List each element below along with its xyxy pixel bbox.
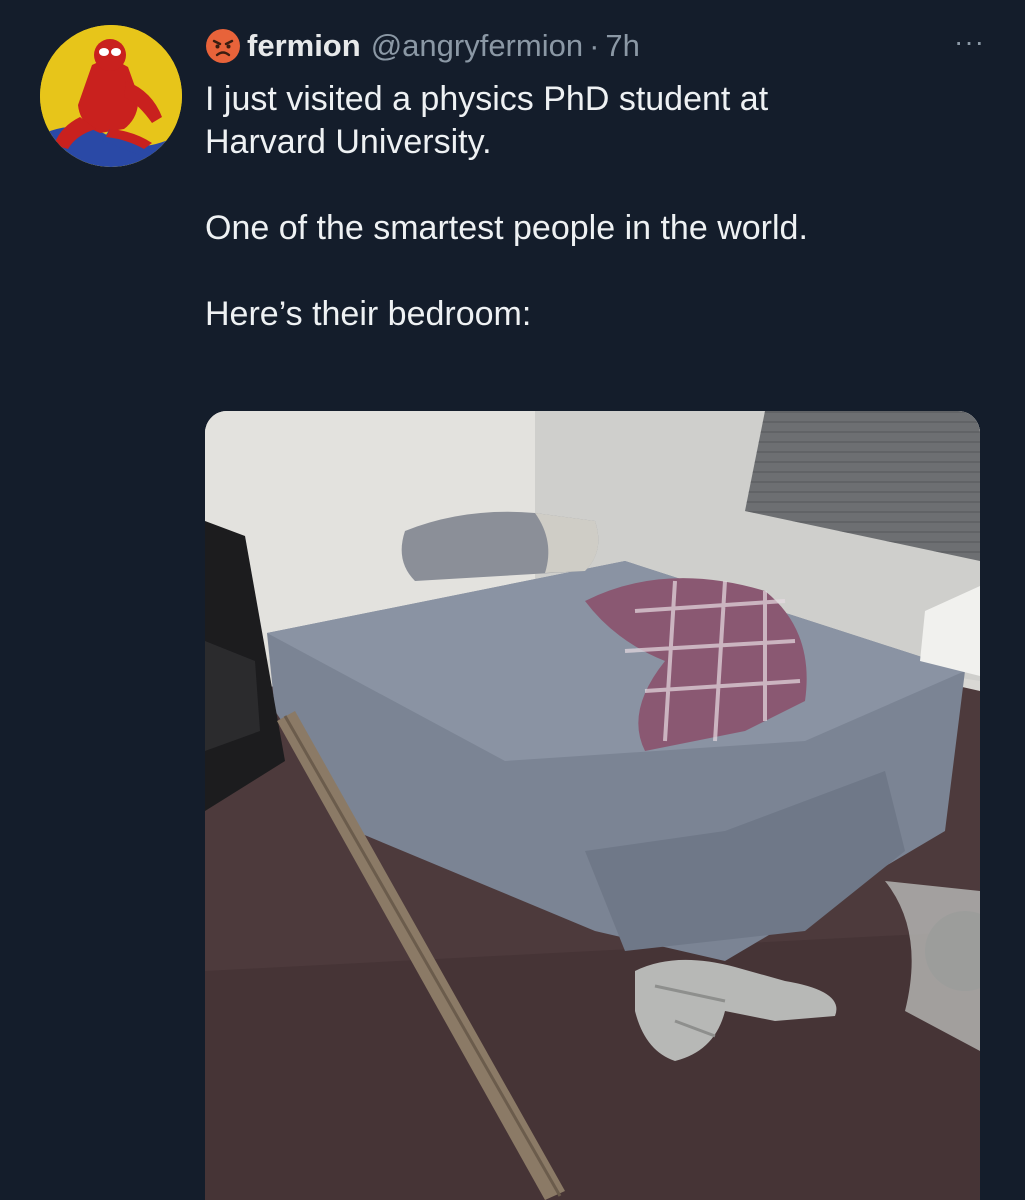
spider-man-icon: [40, 25, 182, 167]
tweet-text-line: Here’s their bedroom:: [205, 295, 532, 333]
more-options-icon[interactable]: ···: [954, 22, 985, 62]
separator-dot: ·: [589, 28, 600, 63]
tweet-text: I just visited a physics PhD student at …: [205, 78, 985, 336]
display-name[interactable]: fermion: [247, 26, 361, 66]
tweet-text-line: Harvard University.: [205, 123, 492, 161]
tweet-text-line: One of the smartest people in the world.: [205, 209, 808, 247]
tweet-header: fermion @angryfermion · 7h ···: [205, 26, 985, 66]
avatar[interactable]: [40, 25, 182, 167]
tweet: fermion @angryfermion · 7h ··· I just vi…: [0, 0, 1025, 1200]
angry-face-emoji-icon: [206, 29, 240, 63]
tweet-text-line: I just visited a physics PhD student at: [205, 80, 769, 118]
timestamp[interactable]: 7h: [605, 26, 639, 66]
bedroom-photo: [205, 411, 980, 1200]
user-handle[interactable]: @angryfermion: [371, 26, 583, 66]
tweet-photo[interactable]: [205, 411, 980, 1200]
